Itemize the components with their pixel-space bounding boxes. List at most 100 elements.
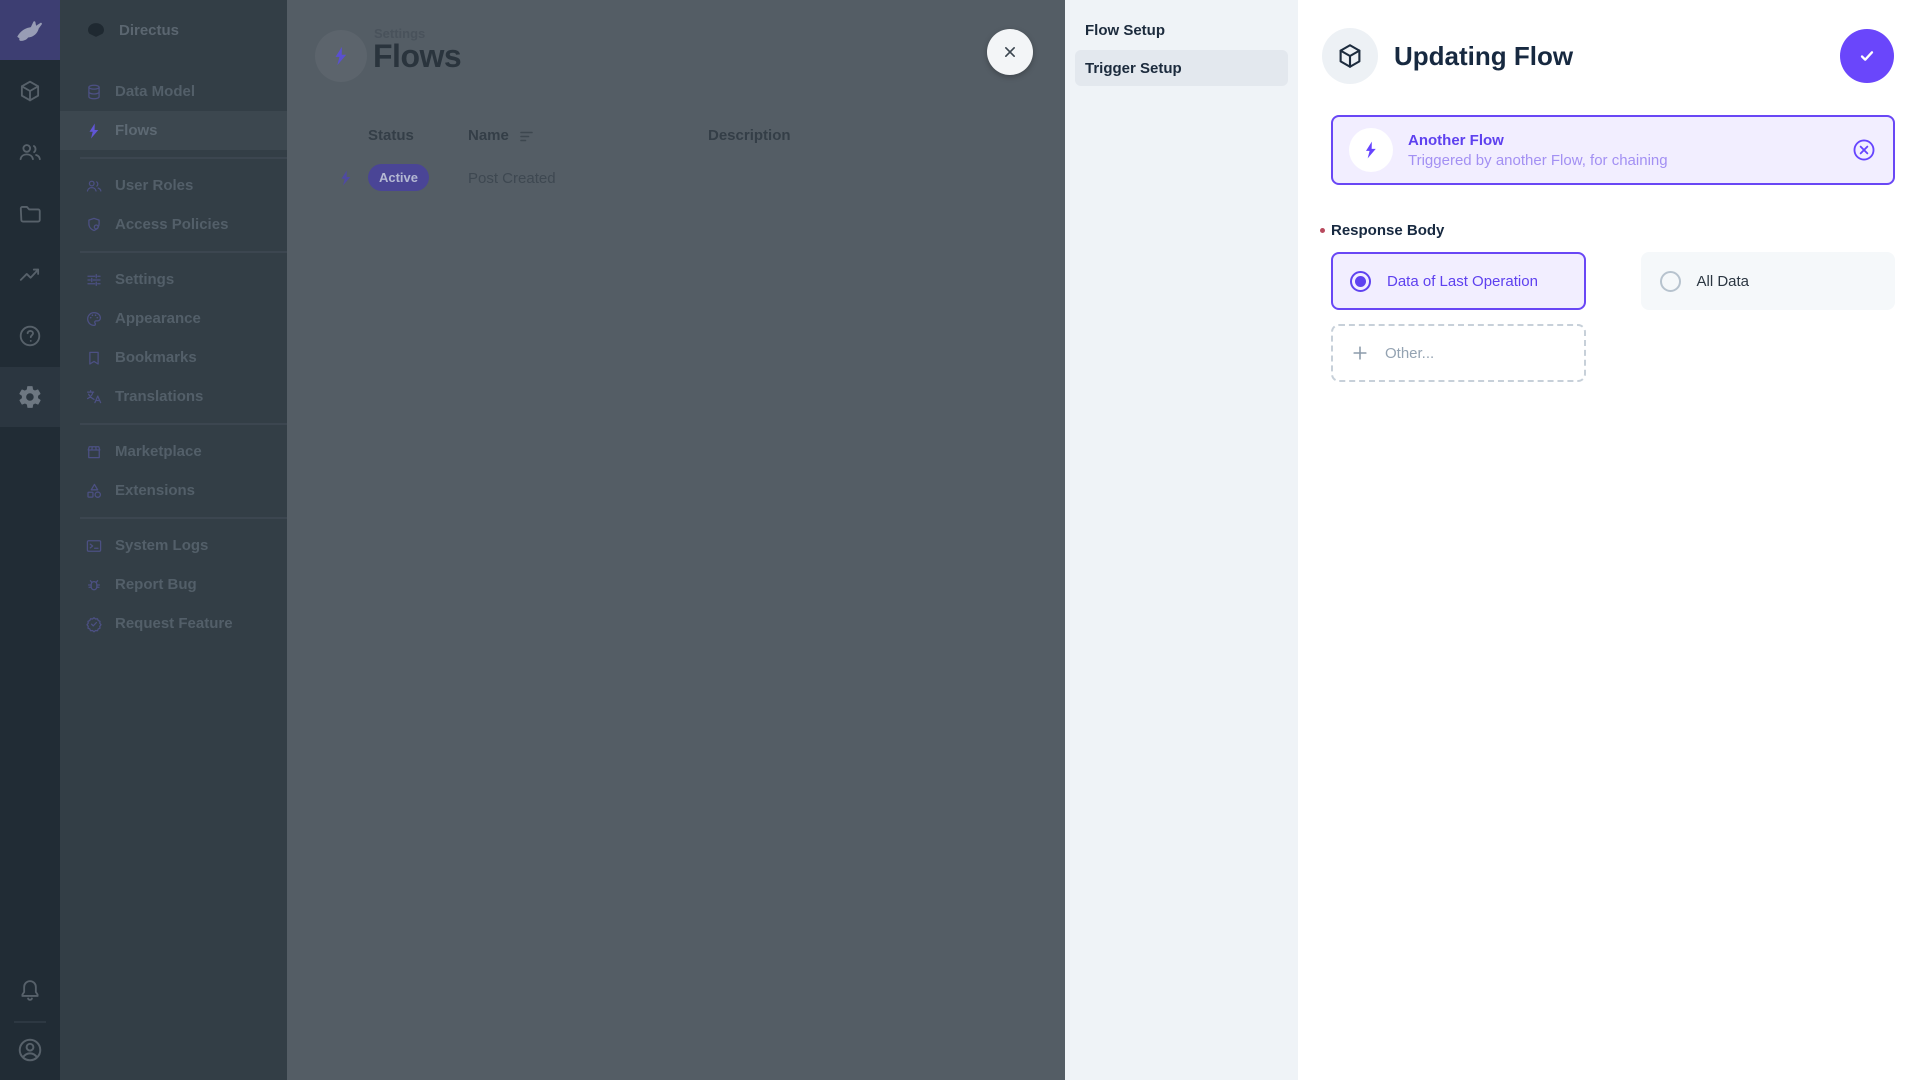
sidebar-item-label: Data Model <box>115 83 196 100</box>
sort-icon <box>520 131 533 142</box>
trigger-card-subtitle: Triggered by another Flow, for chaining <box>1408 151 1668 169</box>
drawer-nav-trigger-setup[interactable]: Trigger Setup <box>1075 50 1288 86</box>
drawer-icon-circle <box>1322 28 1378 84</box>
directus-rabbit-logo-icon <box>17 21 42 41</box>
module-files-button[interactable] <box>0 184 60 244</box>
page-icon-circle <box>315 30 367 82</box>
sidebar-item-request-feature[interactable]: Request Feature <box>60 604 287 643</box>
sidebar-item-label: User Roles <box>115 177 194 194</box>
sidebar-divider <box>80 251 287 253</box>
sidebar-item-label: Report Bug <box>115 576 197 593</box>
sidebar-item-label: Translations <box>115 388 204 405</box>
sidebar-divider <box>80 157 287 159</box>
directus-logo-button[interactable] <box>0 0 60 60</box>
project-logo-icon <box>88 23 104 37</box>
project-header[interactable]: Directus <box>60 0 287 60</box>
module-data-model-button[interactable] <box>0 61 60 121</box>
column-header-name: Name <box>468 127 509 144</box>
sidebar-item-extensions[interactable]: Extensions <box>60 471 287 510</box>
flow-row-name: Post Created <box>468 170 556 187</box>
response-body-options: Data of Last Operation All Data <box>1331 252 1895 310</box>
palette-icon <box>87 311 102 326</box>
response-body-label: Response Body <box>1320 222 1444 239</box>
bookmark-icon <box>89 351 99 365</box>
cube-icon <box>20 80 40 102</box>
drawer-main: Updating Flow Another Flow Triggered by … <box>1298 0 1920 1080</box>
radio-option-all-data[interactable]: All Data <box>1640 252 1895 310</box>
database-icon <box>88 84 100 99</box>
sidebar-item-label: Extensions <box>115 482 196 499</box>
sidebar-item-label: Flows <box>115 122 158 139</box>
drawer-nav: Flow Setup Trigger Setup <box>1065 0 1298 1080</box>
project-name: Directus <box>119 21 180 39</box>
save-button[interactable] <box>1840 29 1894 83</box>
module-insights-button[interactable] <box>0 245 60 305</box>
sidebar-divider <box>80 423 287 425</box>
sidebar-item-user-roles[interactable]: User Roles <box>60 166 287 205</box>
sidebar-item-appearance[interactable]: Appearance <box>60 299 287 338</box>
remove-trigger-icon[interactable] <box>1851 137 1877 163</box>
module-settings-button[interactable] <box>0 367 60 427</box>
notifications-button[interactable] <box>0 960 60 1020</box>
user-menu-button[interactable] <box>0 1020 60 1080</box>
sidebar-item-translations[interactable]: Translations <box>60 377 287 416</box>
radio-option-data-of-last-operation[interactable]: Data of Last Operation <box>1331 252 1586 310</box>
sidebar-item-bookmarks[interactable]: Bookmarks <box>60 338 287 377</box>
sidebar-item-label: Appearance <box>115 310 201 327</box>
required-dot <box>1320 228 1325 233</box>
settings-nav: Data Model Flows User Roles Access Polic… <box>60 72 287 643</box>
close-drawer-button[interactable] <box>987 29 1033 75</box>
column-header-status: Status <box>368 127 414 144</box>
translate-icon <box>86 389 102 403</box>
tune-icon <box>87 273 101 286</box>
sidebar-item-system-logs[interactable]: System Logs <box>60 526 287 565</box>
sidebar-item-label: Access Policies <box>115 216 229 233</box>
sidebar-item-access-policies[interactable]: Access Policies <box>60 205 287 244</box>
drawer-nav-flow-setup[interactable]: Flow Setup <box>1075 12 1288 48</box>
sidebar-item-label: Bookmarks <box>115 349 197 366</box>
shield-icon <box>88 217 100 231</box>
module-users-button[interactable] <box>0 122 60 182</box>
sidebar-item-settings[interactable]: Settings <box>60 260 287 299</box>
category-shapes-icon <box>87 483 102 498</box>
page-title: Flows <box>373 38 462 74</box>
users-icon <box>19 144 41 161</box>
sidebar-item-label: Marketplace <box>115 443 202 460</box>
trigger-card-text: Another Flow Triggered by another Flow, … <box>1408 132 1668 169</box>
bolt-icon <box>335 46 347 66</box>
verified-badge-icon <box>86 616 102 632</box>
sidebar-item-data-model[interactable]: Data Model <box>60 72 287 111</box>
bug-icon <box>87 579 101 590</box>
other-option-button[interactable]: Other... <box>1331 324 1586 382</box>
module-bar <box>0 0 60 1080</box>
trending-up-icon <box>19 268 40 281</box>
plus-icon <box>1353 346 1367 360</box>
sidebar-item-flows[interactable]: Flows <box>60 111 287 150</box>
sidebar-item-marketplace[interactable]: Marketplace <box>60 432 287 471</box>
trigger-type-card[interactable]: Another Flow Triggered by another Flow, … <box>1331 115 1895 185</box>
sidebar-item-label: System Logs <box>115 537 209 554</box>
trigger-card-title: Another Flow <box>1408 131 1504 149</box>
bolt-icon <box>1366 141 1376 159</box>
help-icon <box>19 325 41 347</box>
sidebar-divider <box>80 517 287 519</box>
bolt-icon <box>89 123 99 138</box>
trigger-icon-circle <box>1349 128 1393 172</box>
drawer-overlay[interactable]: Settings Flows Status Name Description A… <box>287 0 1065 1080</box>
bolt-icon <box>341 170 351 186</box>
storefront-icon <box>87 445 101 458</box>
radio-selected-icon <box>1350 270 1371 292</box>
bell-icon <box>21 980 39 1001</box>
close-icon <box>1005 47 1015 58</box>
column-header-description: Description <box>708 127 791 144</box>
people-icon <box>86 180 102 192</box>
drawer-title: Updating Flow <box>1394 41 1574 71</box>
cube-icon <box>1339 44 1361 68</box>
account-circle-icon <box>18 1038 42 1062</box>
folder-icon <box>19 206 41 223</box>
gear-icon <box>19 386 41 408</box>
module-help-button[interactable] <box>0 306 60 366</box>
sidebar-item-report-bug[interactable]: Report Bug <box>60 565 287 604</box>
status-badge: Active <box>368 164 429 191</box>
sidebar-item-label: Settings <box>115 271 175 288</box>
